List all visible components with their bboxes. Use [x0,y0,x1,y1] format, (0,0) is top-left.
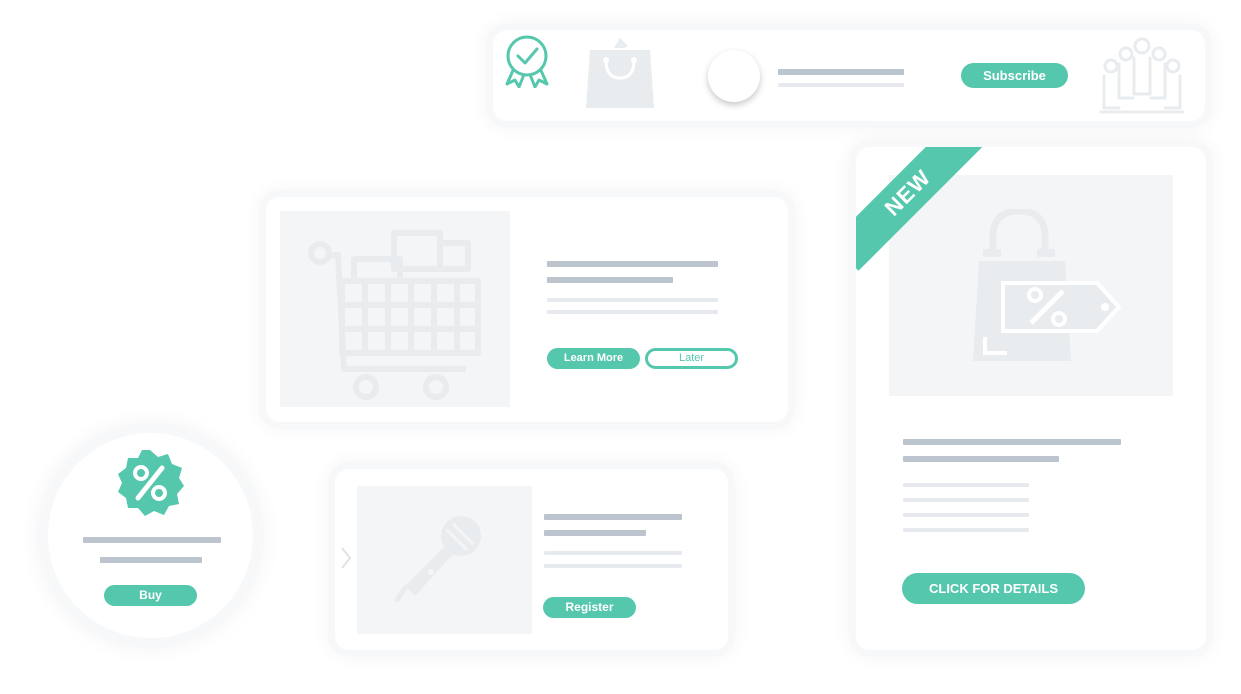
shopping-cart-icon [308,230,481,400]
discount-title-line [83,537,221,543]
product-desc-line-2 [547,310,718,314]
event-desc-line-1 [544,551,682,555]
product-image [280,211,510,407]
event-card: Register [335,469,728,650]
product-desc-line-1 [547,298,718,302]
discount-circle: Buy [48,433,253,638]
click-for-details-button[interactable]: CLICK FOR DETAILS [902,573,1085,604]
promo-desc-line-1 [903,483,1029,487]
promo-desc-line-3 [903,513,1029,517]
event-title-line-2 [544,530,646,536]
promo-image [889,175,1173,396]
promo-title-line-1 [903,439,1121,445]
percent-badge-icon [118,450,184,516]
banner-card: Subscribe [493,30,1205,121]
learn-more-button[interactable]: Learn More [547,348,640,369]
promo-card: NEW CLICK FOR DETAILS [856,147,1206,650]
product-title-line-1 [547,261,718,267]
register-button[interactable]: Register [543,597,636,618]
product-title-line-2 [547,277,673,283]
buy-button[interactable]: Buy [104,585,197,606]
subscribe-button[interactable]: Subscribe [961,63,1068,88]
shopping-bag-icon [586,38,654,108]
page: Subscribe Learn More Later NEW CLICK FOR… [0,0,1241,694]
microphone-icon [394,516,481,603]
promo-desc-line-2 [903,498,1029,502]
crowd-icon [1099,37,1185,114]
discount-bag-icon [973,209,1121,361]
banner-subtitle-line [778,83,904,87]
banner-title-line [778,69,904,75]
event-image [357,486,532,634]
promo-desc-line-4 [903,528,1029,532]
product-card: Learn More Later [266,197,788,422]
promo-title-line-2 [903,456,1059,462]
event-title-line-1 [544,514,682,520]
chevron-right-icon[interactable] [339,545,353,571]
later-button[interactable]: Later [645,348,738,369]
award-icon [505,35,549,88]
avatar [708,50,760,102]
event-desc-line-2 [544,564,682,568]
discount-subtitle-line [100,557,202,563]
